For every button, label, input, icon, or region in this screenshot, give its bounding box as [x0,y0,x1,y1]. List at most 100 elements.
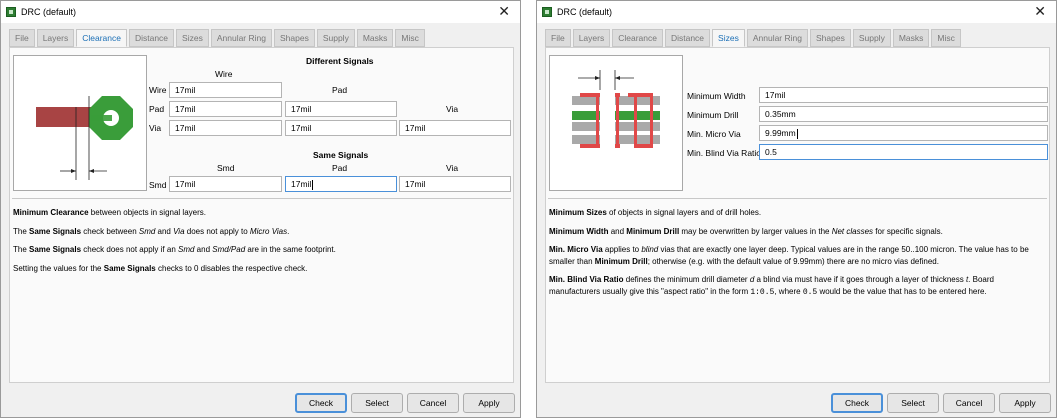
help-text: The [13,245,30,254]
via-wire-field[interactable]: 17mil [169,120,282,136]
help-bold: Minimum Drill [594,256,648,266]
select-button[interactable]: Select [887,393,939,413]
help-text: , where [774,286,803,296]
help-bold: Same Signals [29,245,82,254]
min-width-label: Minimum Width [687,91,746,101]
help-paragraph-3: The Same Signals check does not apply if… [13,244,507,256]
row-pad-label: Pad [149,104,165,114]
close-icon[interactable]: ✕ [1034,3,1046,20]
wire-wire-field[interactable]: 17mil [169,82,282,98]
text-caret [312,179,314,190]
drc-dialog-sizes: DRC (default) ✕ File Layers Clearance Di… [536,0,1057,418]
help-text: a blind via must have if it goes through… [754,275,966,284]
clearance-diagram [13,55,147,191]
help-text: . [287,226,290,236]
col-wire-label: Wire [215,69,233,79]
help-paragraph-4: Setting the values for the Same Signals … [13,263,507,275]
help-bold: Minimum Drill [626,226,680,236]
tab-layers[interactable]: Layers [572,29,611,47]
title-bar: DRC (default) ✕ [537,1,1056,23]
help-text: are in the same footprint. [245,245,336,254]
help-italic: Smd/Pad [212,245,246,254]
apply-button[interactable]: Apply [463,393,515,413]
help-italic: Micro Vias [249,226,288,236]
tab-file[interactable]: File [545,29,571,47]
tab-clearance[interactable]: Clearance [612,29,663,47]
help-bold: Min. Micro Via [549,245,603,254]
col-pad-label: Pad [332,85,348,95]
app-icon [542,7,552,17]
help-paragraph-4: Min. Blind Via Ratio defines the minimum… [549,274,1043,298]
help-text: ; otherwise (e.g. with the default value… [647,256,939,266]
help-text: and [194,245,213,254]
window-title: DRC (default) [21,7,77,17]
min-micro-via-field[interactable]: 9.99mm [759,125,1048,141]
help-bold: Min. Blind Via Ratio [549,275,624,284]
help-italic: Smd [138,226,156,236]
col-via-label-same: Via [446,163,459,173]
wire-pad-clearance-illustration [36,96,133,180]
via-via-field[interactable]: 17mil [399,120,511,136]
min-width-field[interactable]: 17mil [759,87,1048,103]
tab-sizes[interactable]: Sizes [712,29,745,47]
min-micro-via-value: 9.99mm [765,128,796,138]
min-drill-field[interactable]: 0.35mm [759,106,1048,122]
check-button[interactable]: Check [831,393,883,413]
close-icon[interactable]: ✕ [498,3,510,20]
help-text: defines the minimum drill diameter [623,275,750,284]
tab-distance[interactable]: Distance [128,29,175,47]
tab-supply[interactable]: Supply [852,29,891,47]
sizes-panel: Minimum Width 17mil Minimum Drill 0.35mm… [545,47,1050,383]
tab-distance[interactable]: Distance [664,29,711,47]
separator [12,198,511,199]
app-icon [6,7,16,17]
help-text: between objects in signal layers. [88,208,206,217]
window-title: DRC (default) [557,7,613,17]
pad-pad-field[interactable]: 17mil [285,101,397,117]
tab-bar: File Layers Clearance Distance Sizes Ann… [545,29,961,47]
check-button[interactable]: Check [295,393,347,413]
tab-annular-ring[interactable]: Annular Ring [746,29,808,47]
help-paragraph-3: Min. Micro Via applies to blind vias tha… [549,244,1043,267]
help-paragraph-2: The Same Signals check between Smd and V… [13,226,507,238]
select-button[interactable]: Select [351,393,403,413]
tab-misc[interactable]: Misc [395,29,425,47]
separator [548,198,1047,199]
tab-clearance[interactable]: Clearance [76,29,127,47]
cancel-button[interactable]: Cancel [943,393,995,413]
cancel-button[interactable]: Cancel [407,393,459,413]
col-pad-label-same: Pad [332,163,348,173]
apply-button[interactable]: Apply [999,393,1051,413]
min-blind-via-ratio-label: Min. Blind Via Ratio [687,148,762,158]
min-micro-via-label: Min. Micro Via [687,129,741,139]
tab-sizes[interactable]: Sizes [176,29,209,47]
sizes-diagram [549,55,683,191]
min-blind-via-ratio-field[interactable]: 0.5 [759,144,1048,160]
tab-masks[interactable]: Masks [356,29,394,47]
tab-shapes[interactable]: Shapes [809,29,851,47]
help-text: check between [81,226,139,236]
via-pad-field[interactable]: 17mil [285,120,397,136]
smd-via-field[interactable]: 17mil [399,176,511,192]
min-drill-label: Minimum Drill [687,110,739,120]
tab-layers[interactable]: Layers [36,29,75,47]
help-text: applies to [602,245,642,254]
drc-dialog-clearance: DRC (default) ✕ File Layers Clearance Di… [0,0,521,418]
help-paragraph-1: Minimum Sizes of objects in signal layer… [549,207,1043,219]
clearance-panel: Different Signals Wire Pad Via Wire 17mi… [9,47,514,383]
row-via-label: Via [149,123,162,133]
tab-annular-ring[interactable]: Annular Ring [210,29,272,47]
smd-pad-field[interactable]: 17mil [285,176,397,192]
help-text: and [155,226,174,236]
tab-misc[interactable]: Misc [931,29,961,47]
smd-smd-field[interactable]: 17mil [169,176,282,192]
help-text: of objects in signal layers and of drill… [606,208,762,217]
help-text: The [13,226,30,236]
col-smd-label: Smd [217,163,235,173]
tab-file[interactable]: File [9,29,35,47]
tab-supply[interactable]: Supply [316,29,355,47]
help-text: does not apply to [184,226,250,236]
tab-shapes[interactable]: Shapes [273,29,315,47]
pad-wire-field[interactable]: 17mil [169,101,282,117]
tab-masks[interactable]: Masks [892,29,930,47]
